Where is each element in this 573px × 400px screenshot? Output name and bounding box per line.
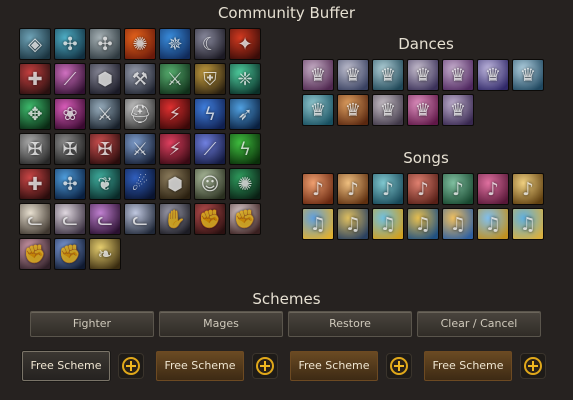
songs-icon-grid: ♪ ♪ ♪ ♪ ♪ ♪ ♪ ♫ ♫ ♫ ♫ ♫ ♫ ♫ [302,173,554,240]
helmet-icon[interactable]: ⛑ [124,98,156,130]
free-scheme-slot-1[interactable]: Free Scheme [22,351,110,381]
dance-icon[interactable]: ♛ [407,94,439,126]
grey-sword-icon[interactable]: ⚔ [89,98,121,130]
grey-claw-icon[interactable]: ✋ [159,203,191,235]
green-swirl-icon[interactable]: ✺ [229,168,261,200]
white-beast-icon[interactable]: ᓚ [54,203,86,235]
free-scheme-slot-3[interactable]: Free Scheme [290,351,378,381]
song-icon[interactable]: ♪ [372,173,404,205]
song-icon[interactable]: ♪ [512,173,544,205]
song-icon[interactable]: ♫ [372,208,404,240]
pink-flower-icon[interactable]: ❀ [54,98,86,130]
blue-arrow-icon[interactable]: ➶ [229,98,261,130]
song-icon[interactable]: ♫ [337,208,369,240]
dance-icon[interactable]: ♛ [337,94,369,126]
dance-icon[interactable]: ♛ [407,59,439,91]
dance-icon[interactable]: ♛ [372,94,404,126]
golden-wing-icon[interactable]: ❧ [89,238,121,270]
red-blade-icon[interactable]: ⚡ [159,98,191,130]
fighter-scheme-button[interactable]: Fighter [30,311,154,337]
white-fist-icon[interactable]: ✊ [229,203,261,235]
song-icon[interactable]: ♪ [337,173,369,205]
song-icon[interactable]: ♫ [407,208,439,240]
blue-lightning-icon[interactable]: ϟ [194,98,226,130]
blue-tendril-icon[interactable]: ☄ [124,168,156,200]
red-strike-icon[interactable]: ⚡ [159,133,191,165]
buff-icon-grid: ◈ ✣ ✣ ✺ ✵ ☾ ✦ ✚ ⟋ ⬢ ⚒ ⚔ ⛨ ❈ ✥ ❀ ⚔ ⛑ ⚡ ϟ ➶ ✠ ✠ ✠ ⚔ ⚡ ⟋ ϟ ✚ ✣ ❦ ☄ ⬢ ☺ ✺ ᓚ ᓚ ᓚ ᓚ ✋… [19,28,267,270]
song-icon[interactable]: ♫ [477,208,509,240]
green-warrior-icon[interactable]: ⚔ [159,63,191,95]
free-scheme-slot-2[interactable]: Free Scheme [156,351,244,381]
dark-cross-icon[interactable]: ✠ [54,133,86,165]
dance-icon[interactable]: ♛ [442,59,474,91]
add-scheme-button-4[interactable] [520,353,546,379]
red-cross-icon[interactable]: ✠ [89,133,121,165]
clear-cancel-button[interactable]: Clear / Cancel [417,311,541,337]
blue-flame-icon[interactable]: ✵ [159,28,191,60]
feather-icon[interactable]: ✥ [19,98,51,130]
fire-swirl-icon[interactable]: ✺ [124,28,156,60]
red-armor-icon[interactable]: ✚ [19,63,51,95]
mages-scheme-button[interactable]: Mages [159,311,283,337]
add-scheme-button-1[interactable] [118,353,144,379]
dark-lady-icon[interactable]: ☾ [194,28,226,60]
sword-strike-icon[interactable]: ⚔ [124,133,156,165]
plus-icon [524,357,542,375]
grey-wheel-icon[interactable]: ✣ [89,28,121,60]
rune-circle-icon[interactable]: ◈ [19,28,51,60]
white-wolf-icon[interactable]: ᓚ [124,203,156,235]
free-scheme-slot-4[interactable]: Free Scheme [424,351,512,381]
hammer-icon[interactable]: ⚒ [124,63,156,95]
song-icon[interactable]: ♪ [442,173,474,205]
pink-slash-icon[interactable]: ⟋ [54,63,86,95]
plus-icon [390,357,408,375]
green-claw-icon[interactable]: ϟ [229,133,261,165]
turtle-shell-icon[interactable]: ⬢ [159,168,191,200]
song-icon[interactable]: ♫ [442,208,474,240]
dance-icon[interactable]: ♛ [477,59,509,91]
dance-icon[interactable]: ♛ [337,59,369,91]
song-icon[interactable]: ♪ [477,173,509,205]
window-title: Community Buffer [217,4,356,22]
purple-beam-icon[interactable]: ⟋ [194,133,226,165]
white-cat-icon[interactable]: ᓚ [19,203,51,235]
songs-title: Songs [403,149,449,167]
plus-icon [122,357,140,375]
red-rune-icon[interactable]: ✦ [229,28,261,60]
dances-title: Dances [398,35,454,53]
restore-button[interactable]: Restore [288,311,412,337]
song-icon[interactable]: ♪ [407,173,439,205]
teal-feather-icon[interactable]: ❦ [89,168,121,200]
plus-icon [256,357,274,375]
song-icon[interactable]: ♫ [302,208,334,240]
add-scheme-button-3[interactable] [386,353,412,379]
dance-icon[interactable]: ♛ [442,94,474,126]
teal-wheel-icon[interactable]: ✣ [54,28,86,60]
song-icon[interactable]: ♪ [302,173,334,205]
dances-icon-grid: ♛ ♛ ♛ ♛ ♛ ♛ ♛ ♛ ♛ ♛ ♛ ♛ [302,59,554,126]
add-scheme-button-2[interactable] [252,353,278,379]
schemes-title: Schemes [252,290,321,308]
song-icon[interactable]: ♫ [512,208,544,240]
green-crest-icon[interactable]: ❈ [229,63,261,95]
dance-icon[interactable]: ♛ [302,94,334,126]
grey-shield-icon[interactable]: ⬢ [89,63,121,95]
dance-icon[interactable]: ♛ [372,59,404,91]
purple-wolf-icon[interactable]: ᓚ [89,203,121,235]
red-gauntlet-icon[interactable]: ✊ [194,203,226,235]
dance-icon[interactable]: ♛ [512,59,544,91]
green-spirit-icon[interactable]: ☺ [194,168,226,200]
blue-wheel-icon[interactable]: ✣ [54,168,86,200]
pink-fist-icon[interactable]: ✊ [19,238,51,270]
dance-icon[interactable]: ♛ [302,59,334,91]
silver-cross-icon[interactable]: ✠ [19,133,51,165]
red-totem-icon[interactable]: ✚ [19,168,51,200]
gold-shield-icon[interactable]: ⛨ [194,63,226,95]
blue-fist-icon[interactable]: ✊ [54,238,86,270]
